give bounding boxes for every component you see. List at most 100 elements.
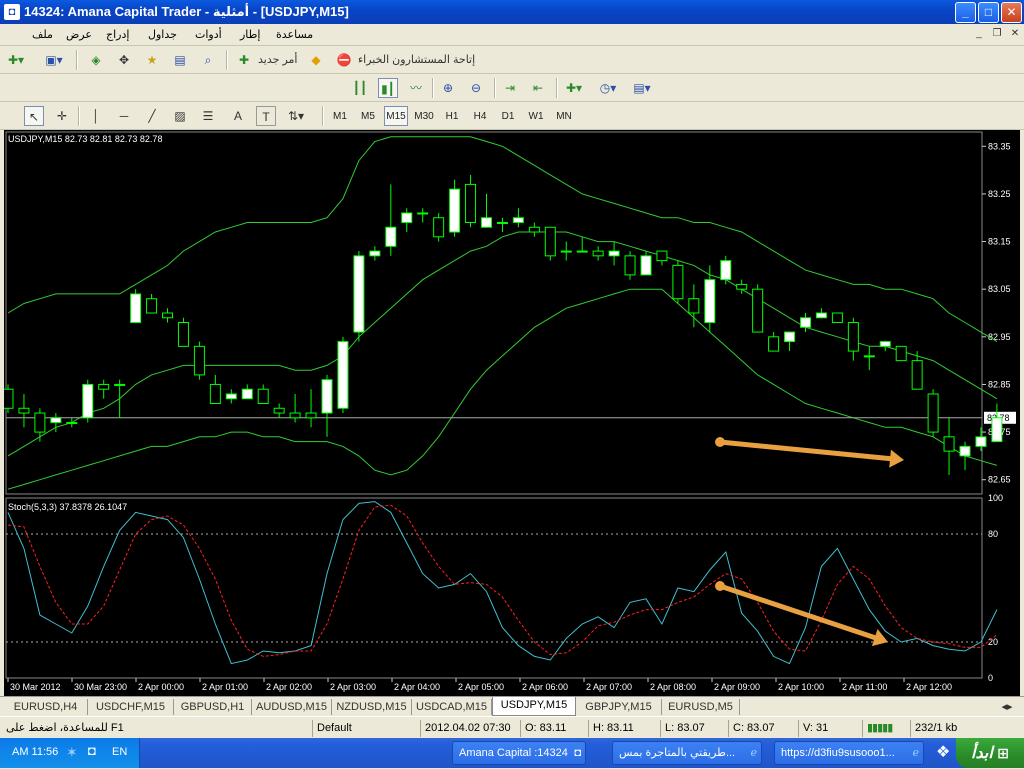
tab-gbpusd-h1[interactable]: GBPUSD,H1 bbox=[174, 699, 252, 715]
text-label-icon[interactable]: T bbox=[256, 106, 276, 126]
minimize-button[interactable]: _ bbox=[955, 2, 976, 23]
cursor-icon[interactable]: ↖ bbox=[24, 106, 44, 126]
trendline-icon[interactable]: ╱ bbox=[142, 106, 162, 126]
candle-body bbox=[975, 436, 987, 447]
tf-m5[interactable]: M5 bbox=[356, 106, 380, 126]
tab-eurusd-m5[interactable]: EURUSD,M5 bbox=[662, 699, 740, 715]
tab-gbpjpy-m15[interactable]: GBPJPY,M15 bbox=[576, 699, 662, 715]
candle-body bbox=[385, 226, 397, 247]
status-low: L: 83.07 bbox=[660, 720, 728, 737]
tf-w1[interactable]: W1 bbox=[524, 106, 548, 126]
candle-body bbox=[576, 250, 588, 253]
tray-language[interactable]: EN bbox=[112, 746, 127, 758]
candle-body bbox=[193, 345, 205, 376]
menu-view[interactable]: عرض bbox=[66, 28, 92, 41]
task-forum[interactable]: طريقتي بالمتاجرة بمس... ℯ bbox=[612, 741, 762, 765]
candle-body bbox=[98, 383, 110, 390]
line-chart-icon[interactable]: 〰 bbox=[406, 78, 426, 98]
menu-file[interactable]: ملف bbox=[32, 28, 53, 41]
candle-body bbox=[130, 293, 142, 324]
new-order-icon[interactable]: ✚ bbox=[234, 50, 254, 70]
stoch-label: 0 bbox=[988, 673, 993, 683]
candle-body bbox=[656, 250, 668, 262]
expert-advisors-button[interactable]: إتاحة المستشارون الخبراء bbox=[358, 50, 475, 70]
tf-h1[interactable]: H1 bbox=[440, 106, 464, 126]
candle-body bbox=[496, 222, 508, 224]
tray-app-icon[interactable]: ◘ bbox=[88, 743, 96, 758]
candle-body bbox=[800, 317, 811, 328]
tf-m1[interactable]: M1 bbox=[328, 106, 352, 126]
tab-usdchf-m15[interactable]: USDCHF,M15 bbox=[88, 699, 174, 715]
tab-usdjpy-m15[interactable]: USDJPY,M15 bbox=[492, 697, 576, 716]
strategy-tester-icon[interactable]: ⌕ bbox=[198, 50, 218, 70]
periods-icon[interactable]: ◷▾ bbox=[598, 78, 618, 98]
candle-body bbox=[146, 298, 158, 314]
new-order-button[interactable]: أمر جديد bbox=[258, 50, 297, 70]
bar-chart-icon[interactable]: ┃┃ bbox=[350, 78, 370, 98]
menu-help[interactable]: مساعدة bbox=[276, 28, 313, 41]
task-amana[interactable]: Amana Capital :14324 ◘ bbox=[452, 741, 586, 765]
navigator-crosshair-icon[interactable]: ✥ bbox=[114, 50, 134, 70]
menu-insert[interactable]: إدراج bbox=[106, 28, 129, 41]
horizontal-line-icon[interactable]: ─ bbox=[114, 106, 134, 126]
crosshair-icon[interactable]: ✛ bbox=[52, 106, 72, 126]
expert-advisors-icon[interactable]: ⛔ bbox=[334, 50, 354, 70]
text-tool-icon[interactable]: A bbox=[228, 106, 248, 126]
menu-tools[interactable]: أدوات bbox=[195, 28, 222, 41]
tab-scroll-arrows-icon[interactable]: ◂▸ bbox=[994, 699, 1020, 715]
chart-window[interactable]: USDJPY,M15 82.73 82.81 82.73 82.78 Stoch… bbox=[4, 130, 1020, 696]
indicators-icon[interactable]: ✚▾ bbox=[564, 78, 584, 98]
close-button[interactable]: ✕ bbox=[1001, 2, 1022, 23]
candle-body bbox=[4, 388, 14, 409]
channel-icon[interactable]: ▨ bbox=[170, 106, 190, 126]
menu-window[interactable]: إطار bbox=[240, 28, 260, 41]
task-browser[interactable]: https://d3fiu9susooo1... ℯ bbox=[774, 741, 924, 765]
zoom-out-icon[interactable]: ⊖ bbox=[466, 78, 486, 98]
chart-shift-icon[interactable]: ⇤ bbox=[528, 78, 548, 98]
terminal-icon[interactable]: ▤ bbox=[170, 50, 190, 70]
fibonacci-icon[interactable]: ☰ bbox=[198, 106, 218, 126]
tab-eurusd-h4[interactable]: EURUSD,H4 bbox=[4, 699, 88, 715]
tab-nzdusd-m15[interactable]: NZDUSD,M15 bbox=[332, 699, 412, 715]
stoch-label: 20 bbox=[988, 637, 998, 647]
favorites-icon[interactable]: ★ bbox=[142, 50, 162, 70]
arrows-icon[interactable]: ⇅▾ bbox=[286, 106, 306, 126]
zoom-in-icon[interactable]: ⊕ bbox=[438, 78, 458, 98]
system-tray: AM 11:56 ✶ ◘ EN bbox=[0, 738, 140, 768]
new-chart-icon[interactable]: ✚▾ bbox=[6, 50, 26, 70]
charts-toolbar: ┃┃ ▮┃ 〰 ⊕ ⊖ ⇥ ⇤ ✚▾ ◷▾ ▤▾ bbox=[0, 74, 1024, 102]
market-watch-icon[interactable]: ◈ bbox=[86, 50, 106, 70]
price-chart[interactable]: USDJPY,M15 82.73 82.81 82.73 82.78 Stoch… bbox=[4, 130, 1020, 696]
menu-charts[interactable]: جداول bbox=[148, 28, 177, 41]
app-icon: ◘ bbox=[4, 4, 20, 20]
start-button[interactable]: ابدأ ⊞ bbox=[956, 738, 1024, 768]
profiles-icon[interactable]: ▣▾ bbox=[44, 50, 64, 70]
maximize-button[interactable]: □ bbox=[978, 2, 999, 23]
price-label: 83.15 bbox=[988, 237, 1011, 247]
quicklaunch-icon[interactable]: ❖ bbox=[936, 742, 956, 762]
tf-h4[interactable]: H4 bbox=[468, 106, 492, 126]
tab-usdcad-m15[interactable]: USDCAD,M15 bbox=[412, 699, 492, 715]
mdi-close-button[interactable]: ✕ bbox=[1008, 27, 1022, 41]
mdi-restore-button[interactable]: ❐ bbox=[990, 27, 1004, 41]
price-annotation-arrow-head bbox=[889, 449, 904, 468]
candle-body bbox=[943, 436, 955, 452]
time-label: 2 Apr 03:00 bbox=[330, 682, 376, 692]
metaeditor-icon[interactable]: ◆ bbox=[306, 50, 326, 70]
tab-audusd-m15[interactable]: AUDUSD,M15 bbox=[252, 699, 332, 715]
price-label: 83.25 bbox=[988, 189, 1011, 199]
status-traffic: 232/1 kb bbox=[910, 720, 1020, 737]
status-profile: Default bbox=[312, 720, 420, 737]
candle-body bbox=[704, 279, 716, 324]
candle-body bbox=[241, 388, 253, 400]
tf-mn[interactable]: MN bbox=[552, 106, 576, 126]
auto-scroll-icon[interactable]: ⇥ bbox=[500, 78, 520, 98]
tf-m30[interactable]: M30 bbox=[412, 106, 436, 126]
tray-star-icon[interactable]: ✶ bbox=[66, 744, 78, 761]
tf-d1[interactable]: D1 bbox=[496, 106, 520, 126]
templates-icon[interactable]: ▤▾ bbox=[632, 78, 652, 98]
mdi-minimize-button[interactable]: _ bbox=[972, 27, 986, 41]
candlestick-icon[interactable]: ▮┃ bbox=[378, 78, 398, 98]
tf-m15[interactable]: M15 bbox=[384, 106, 408, 126]
vertical-line-icon[interactable]: │ bbox=[86, 106, 106, 126]
